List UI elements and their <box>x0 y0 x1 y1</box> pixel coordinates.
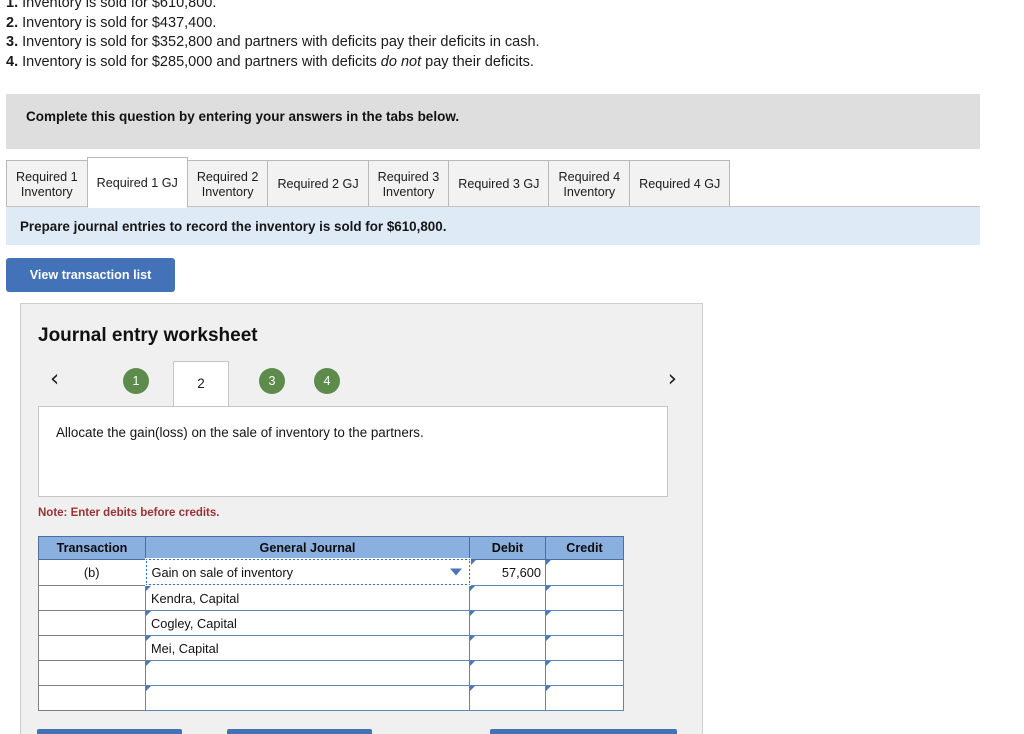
worksheet-page-4[interactable]: 4 <box>314 368 340 394</box>
cell-transaction <box>38 635 146 661</box>
requirement-item: 2. Inventory is sold for $437,400. <box>6 14 986 34</box>
requirement-text: Inventory is sold for $437,400. <box>18 14 217 31</box>
cell-credit[interactable] <box>545 610 624 636</box>
worksheet-page-1[interactable]: 1 <box>123 368 149 394</box>
requirement-tabs[interactable]: Required 1 Inventory Required 1 GJ Require… <box>6 156 1006 208</box>
requirement-text-post: pay their deficits. <box>421 53 534 70</box>
instruction-banner-text: Complete this question by entering your … <box>26 109 460 124</box>
cell-debit[interactable] <box>469 660 546 686</box>
cell-transaction <box>38 610 146 636</box>
worksheet-action-button-1[interactable] <box>227 729 372 734</box>
cell-debit[interactable] <box>469 610 546 636</box>
worksheet-action-button-0[interactable] <box>37 729 182 734</box>
requirement-number: 1. <box>6 0 19 11</box>
cell-debit[interactable]: 57,600 <box>469 558 546 586</box>
entry-description-text: Allocate the gain(loss) on the sale of i… <box>56 425 424 440</box>
journal-entry-table: Transaction General Journal Debit Credit… <box>38 536 624 711</box>
table-row <box>38 660 624 686</box>
instruction-banner: Complete this question by entering your … <box>6 94 980 149</box>
requirement-text-emphasis: do not <box>380 53 422 70</box>
task-instruction-bar: Prepare journal entries to record the in… <box>6 207 980 245</box>
cell-general-journal[interactable]: Mei, Capital <box>145 635 470 661</box>
requirement-number: 3. <box>6 34 19 50</box>
column-header-credit: Credit <box>545 536 624 560</box>
tab-requirement-3[interactable]: Required 2 GJ <box>267 160 369 208</box>
cell-general-journal[interactable] <box>145 660 470 686</box>
table-row: Cogley, Capital <box>38 610 624 636</box>
requirement-number: 2. <box>6 14 19 31</box>
cell-general-journal-value: Kendra, Capital <box>151 590 240 606</box>
worksheet-pager[interactable]: ‹ › 12 3 4 <box>35 361 687 407</box>
worksheet-action-buttons[interactable] <box>37 729 677 734</box>
table-row: Mei, Capital <box>38 635 624 661</box>
cell-debit[interactable] <box>469 685 546 711</box>
cell-credit[interactable] <box>545 660 624 686</box>
journal-entry-worksheet-panel: Journal entry worksheet ‹ › 12 3 4 Allocat… <box>20 303 703 734</box>
entry-description-box: Allocate the gain(loss) on the sale of i… <box>38 406 668 497</box>
requirement-text: Inventory is sold for $610,800. <box>18 0 217 11</box>
requirement-item: 1. Inventory is sold for $610,800. <box>6 0 986 14</box>
chevron-down-icon[interactable] <box>449 568 462 576</box>
column-header-general-journal: General Journal <box>145 536 470 560</box>
debits-before-credits-note: Note: Enter debits before credits. <box>38 507 220 519</box>
cell-general-journal[interactable]: Kendra, Capital <box>145 584 470 611</box>
cell-credit[interactable] <box>545 685 624 711</box>
cell-debit[interactable] <box>469 584 546 611</box>
tab-requirement-6[interactable]: Required 4 Inventory <box>548 160 631 208</box>
column-header-debit: Debit <box>469 536 546 560</box>
requirement-item: 3. Inventory is sold for $352,800 and pa… <box>6 33 986 53</box>
cell-credit[interactable] <box>545 584 624 611</box>
tab-requirement-7[interactable]: Required 4 GJ <box>629 160 731 208</box>
tab-requirement-1[interactable]: Required 1 GJ <box>86 157 188 208</box>
worksheet-page-3[interactable]: 3 <box>259 368 285 394</box>
page-title: Journal entry worksheet <box>38 325 258 346</box>
table-header-row: Transaction General Journal Debit Credit <box>38 536 624 560</box>
cell-general-journal[interactable]: Gain on sale of inventory <box>144 558 471 586</box>
table-row <box>38 685 624 711</box>
tab-requirement-0[interactable]: Required 1 Inventory <box>6 160 88 208</box>
cell-general-journal[interactable]: Cogley, Capital <box>145 610 470 636</box>
cell-transaction <box>38 584 146 611</box>
table-row: Kendra, Capital <box>38 584 624 611</box>
worksheet-page-2[interactable]: 2 <box>173 361 229 407</box>
cell-debit[interactable] <box>469 635 546 661</box>
requirement-text-pre: Inventory is sold for $285,000 and partn… <box>18 53 381 70</box>
tab-requirement-2[interactable]: Required 2 Inventory <box>186 160 269 208</box>
requirement-item: 4. Inventory is sold for $285,000 and pa… <box>6 53 986 73</box>
task-instruction-text: Prepare journal entries to record the in… <box>20 219 447 234</box>
cell-transaction <box>38 685 146 711</box>
requirement-text: Inventory is sold for $352,800 and partn… <box>18 34 540 50</box>
cell-transaction <box>38 660 146 686</box>
chevron-right-icon[interactable]: › <box>668 365 677 393</box>
cell-debit-value: 57,600 <box>501 564 541 580</box>
cell-credit[interactable] <box>545 558 624 586</box>
cell-general-journal-value: Gain on sale of inventory <box>151 564 294 580</box>
cell-transaction: (b) <box>38 558 146 586</box>
view-transaction-list-button[interactable]: View transaction list <box>6 258 175 292</box>
tab-requirement-4[interactable]: Required 3 Inventory <box>367 160 450 208</box>
cell-general-journal-value: Cogley, Capital <box>151 615 237 631</box>
cell-general-journal-value: Mei, Capital <box>151 640 219 656</box>
column-header-transaction: Transaction <box>38 536 146 560</box>
chevron-left-icon[interactable]: ‹ <box>50 365 59 393</box>
requirement-number: 4. <box>6 53 19 70</box>
tab-requirement-5[interactable]: Required 3 GJ <box>448 160 550 208</box>
requirements-list: 1. Inventory is sold for $610,800. 2. In… <box>6 0 986 72</box>
cell-general-journal[interactable] <box>145 685 470 711</box>
worksheet-action-button-2[interactable] <box>490 729 677 734</box>
table-row: (b) Gain on sale of inventory 57,600 <box>38 558 624 586</box>
cell-credit[interactable] <box>545 635 624 661</box>
